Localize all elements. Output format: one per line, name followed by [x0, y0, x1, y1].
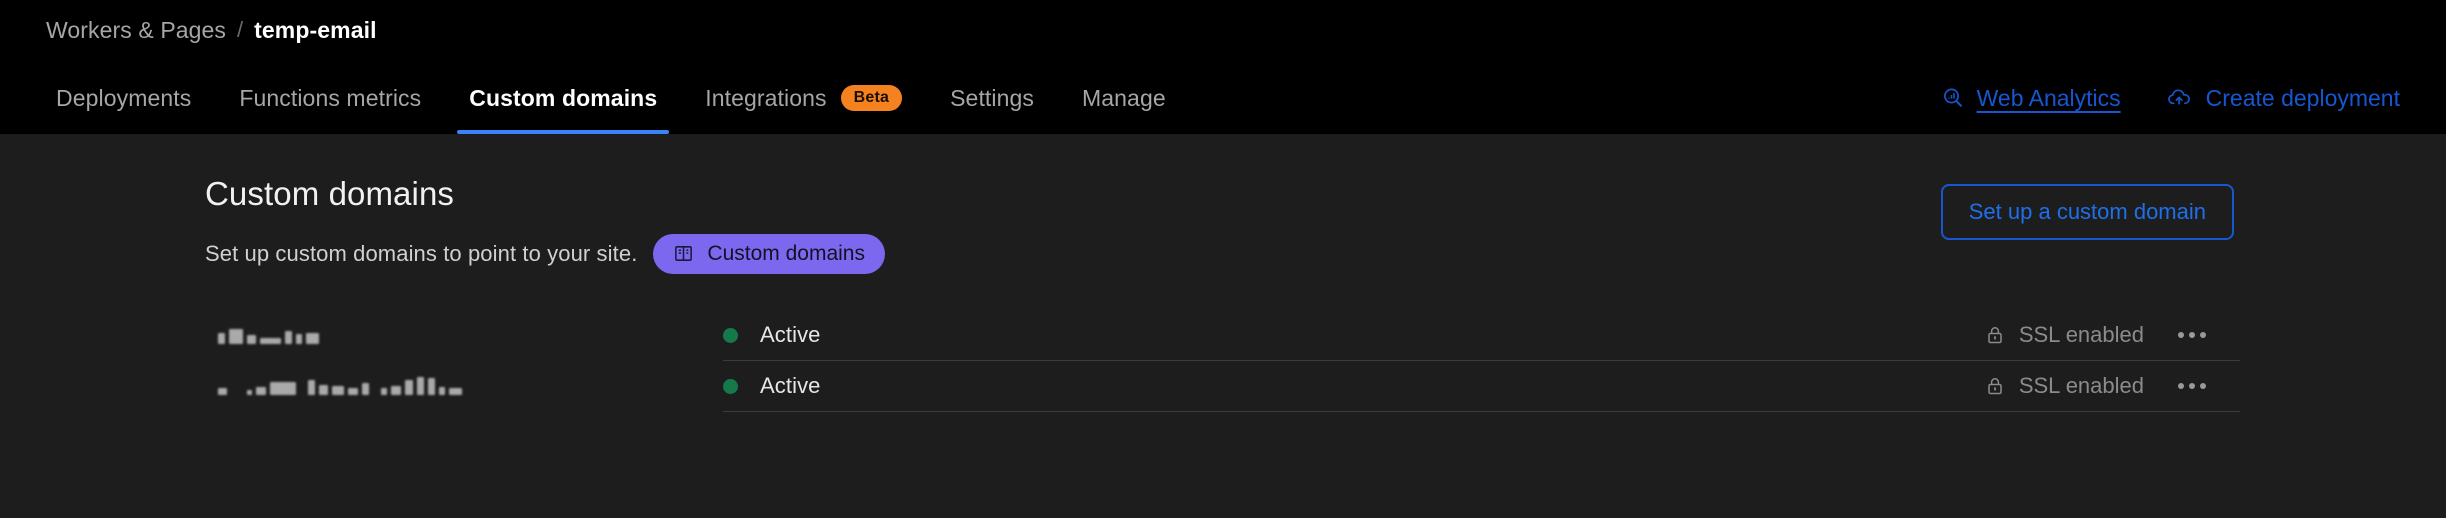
custom-domains-docs-pill[interactable]: Custom domains	[653, 233, 885, 274]
header-actions: Web Analytics Create deployment	[1941, 62, 2408, 134]
docs-pill-label: Custom domains	[707, 241, 865, 265]
domain-status-cell: Active	[655, 373, 1984, 399]
tab-strip: Deployments Functions metrics Custom dom…	[0, 62, 2446, 134]
table-row[interactable]: Active SSL enabled	[205, 310, 2240, 361]
web-analytics-label: Web Analytics	[1976, 84, 2121, 111]
domain-name-redacted	[218, 376, 462, 395]
main-content: Custom domains Set up custom domains to …	[0, 134, 2446, 518]
tab-functions-metrics[interactable]: Functions metrics	[215, 62, 445, 134]
tab-label: Functions metrics	[239, 84, 422, 111]
title-block: Custom domains Set up custom domains to …	[205, 174, 1941, 274]
app-header: Workers & Pages / temp-email Deployments…	[0, 0, 2446, 134]
breadcrumb-separator: /	[237, 17, 244, 42]
tab-settings[interactable]: Settings	[926, 62, 1058, 134]
breadcrumb-current: temp-email	[254, 16, 377, 43]
tab-label: Manage	[1082, 84, 1166, 111]
create-deployment-link[interactable]: Create deployment	[2167, 85, 2400, 112]
domain-status-cell: Active	[655, 322, 1984, 348]
page-subtitle: Set up custom domains to point to your s…	[205, 240, 638, 266]
create-deployment-label: Create deployment	[2205, 84, 2400, 111]
set-up-custom-domain-button[interactable]: Set up a custom domain	[1940, 184, 2234, 240]
tab-deployments[interactable]: Deployments	[32, 62, 215, 134]
status-dot-active	[723, 327, 738, 343]
tab-label: Custom domains	[469, 84, 658, 111]
status-badge: Active	[760, 373, 821, 399]
tab-custom-domains[interactable]: Custom domains	[445, 62, 681, 134]
status-badge: Active	[760, 322, 821, 348]
analytics-search-icon	[1941, 86, 1965, 110]
custom-domains-table: Active SSL enabled Active SSL enabled	[0, 310, 2446, 412]
tab-list: Deployments Functions metrics Custom dom…	[46, 62, 1190, 134]
beta-badge: Beta	[840, 85, 903, 111]
breadcrumb: Workers & Pages / temp-email	[0, 8, 2446, 52]
tab-manage[interactable]: Manage	[1058, 62, 1190, 134]
breadcrumb-parent-link[interactable]: Workers & Pages	[46, 17, 226, 44]
book-icon	[673, 243, 694, 264]
ssl-status-label: SSL enabled	[2018, 322, 2144, 348]
ssl-status-cell: SSL enabled	[1984, 322, 2144, 348]
domain-name-cell	[205, 376, 655, 395]
status-dot-active	[723, 378, 738, 394]
subtitle-row: Set up custom domains to point to your s…	[205, 233, 1941, 274]
row-actions-menu-button[interactable]	[2144, 383, 2240, 390]
lock-icon	[1984, 324, 2006, 346]
ellipsis-icon	[2178, 383, 2206, 390]
ssl-status-label: SSL enabled	[2018, 373, 2144, 399]
web-analytics-link[interactable]: Web Analytics	[1941, 85, 2121, 112]
tab-label: Settings	[950, 84, 1035, 111]
lock-icon	[1984, 375, 2006, 397]
ssl-status-cell: SSL enabled	[1984, 373, 2144, 399]
tab-integrations[interactable]: Integrations Beta	[681, 62, 926, 134]
page-header: Custom domains Set up custom domains to …	[0, 174, 2446, 274]
ellipsis-icon	[2178, 332, 2206, 339]
tab-label: Deployments	[56, 84, 192, 111]
cloud-upload-icon	[2167, 86, 2194, 110]
row-actions-menu-button[interactable]	[2144, 332, 2240, 339]
domain-name-redacted	[218, 327, 319, 344]
table-row[interactable]: Active SSL enabled	[205, 361, 2240, 412]
tab-label: Integrations	[705, 84, 827, 111]
domain-name-cell	[205, 327, 655, 344]
page-title: Custom domains	[205, 175, 454, 212]
